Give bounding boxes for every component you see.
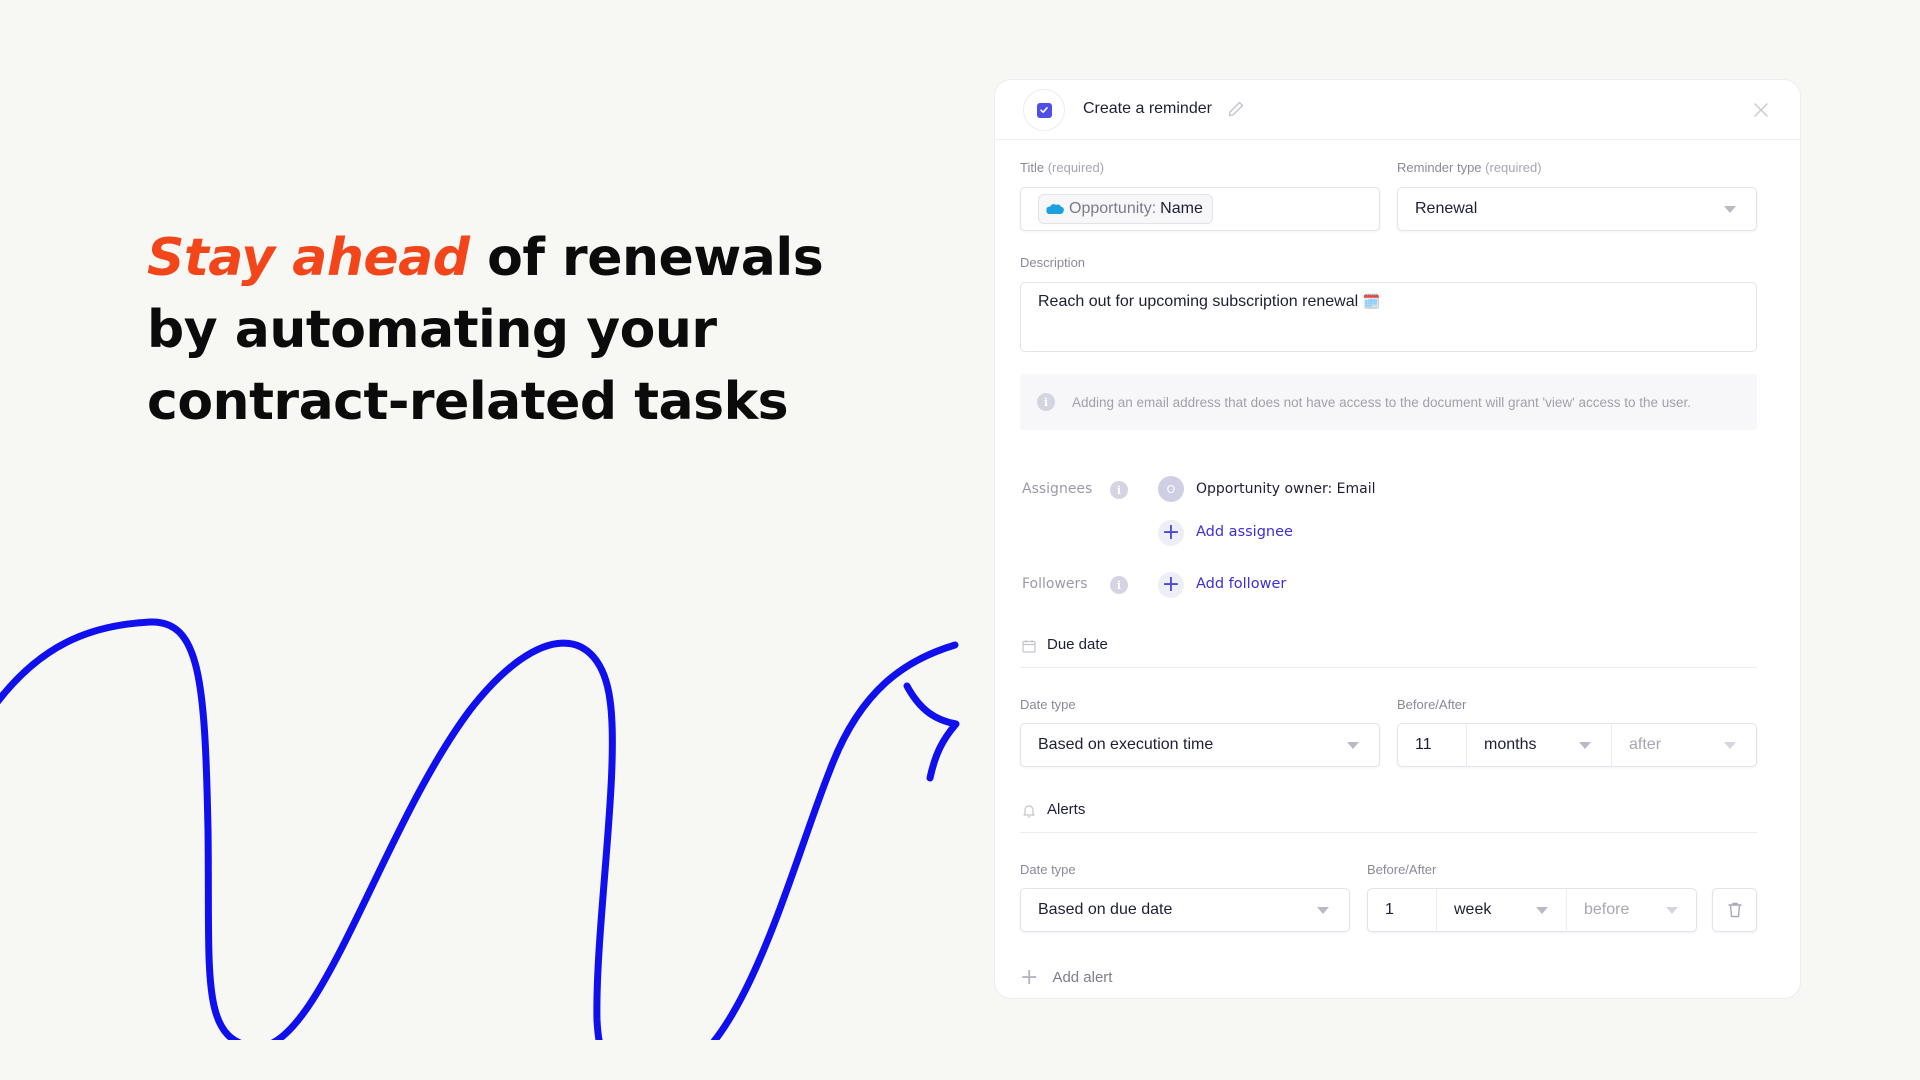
chip-prefix: Opportunity: (1069, 200, 1157, 217)
card-header: Create a reminder (995, 80, 1800, 140)
due-direction-select[interactable]: after (1611, 724, 1756, 766)
add-assignee-button[interactable]: Add assignee (1196, 524, 1293, 540)
reminder-type-value: Renewal (1415, 200, 1478, 217)
alerts-title: Alerts (1047, 801, 1086, 818)
calendar-icon (1022, 640, 1036, 653)
reminder-type-label-text: Reminder type (1397, 160, 1482, 175)
arrowhead-path (903, 682, 960, 782)
alert-date-type-label: Date type (1020, 862, 1076, 877)
close-icon[interactable] (1750, 99, 1772, 121)
alert-date-type-value: Based on due date (1038, 901, 1173, 918)
trash-icon (1727, 902, 1742, 918)
title-label: Title (required) (1020, 160, 1104, 175)
chevron-down-icon (1724, 206, 1736, 213)
bell-icon (1023, 805, 1035, 818)
due-direction-value: after (1629, 736, 1662, 753)
add-alert-label: Add alert (1052, 969, 1113, 986)
chevron-down-icon (1724, 742, 1736, 749)
card-title[interactable]: Create a reminder (1083, 100, 1212, 118)
avatar: O (1158, 476, 1184, 502)
alert-date-type-select[interactable]: Based on due date (1020, 888, 1350, 932)
alert-unit-select[interactable]: week (1436, 889, 1566, 931)
add-assignee-plus-icon[interactable]: + (1158, 520, 1184, 546)
alert-amount-value: 1 (1385, 901, 1394, 918)
due-unit-value: months (1484, 736, 1537, 753)
due-amount-input[interactable]: 11 (1398, 724, 1466, 766)
alert-offset-group: 1 week before (1367, 888, 1697, 932)
info-note: i Adding an email address that does not … (1020, 374, 1757, 430)
calendar-emoji-icon: 🗓️ (1362, 293, 1381, 309)
due-offset-group: 11 months after (1397, 723, 1757, 767)
add-follower-button[interactable]: Add follower (1196, 576, 1286, 592)
salesforce-cloud-icon (1046, 204, 1064, 215)
description-text: Reach out for upcoming subscription rene… (1038, 293, 1359, 310)
title-required-hint: (required) (1047, 160, 1105, 175)
title-label-text: Title (1020, 160, 1045, 175)
add-alert-button[interactable]: + Add alert (1020, 965, 1112, 990)
headline-accent: Stay ahead (147, 228, 470, 288)
reminder-type-required-hint: (required) (1485, 160, 1542, 175)
alerts-divider (1020, 832, 1757, 833)
reminder-type-badge (1023, 89, 1065, 131)
chevron-down-icon (1317, 907, 1329, 914)
due-date-type-select[interactable]: Based on execution time (1020, 723, 1380, 767)
assignees-info-icon[interactable]: i (1110, 481, 1128, 499)
headline: Stay ahead of renewals by automating you… (147, 222, 867, 438)
followers-info-icon[interactable]: i (1110, 576, 1128, 594)
delete-alert-button[interactable] (1712, 888, 1757, 932)
chevron-down-icon (1536, 907, 1548, 914)
description-label: Description (1020, 255, 1086, 270)
alert-amount-input[interactable]: 1 (1368, 889, 1436, 931)
assignee-name: Opportunity owner: Email (1196, 481, 1376, 497)
assignees-label: Assignees (1022, 481, 1093, 497)
add-follower-plus-icon[interactable]: + (1158, 572, 1184, 598)
title-input[interactable]: Opportunity: Name (1020, 187, 1380, 231)
alert-direction-select[interactable]: before (1566, 889, 1696, 931)
chip-value: Name (1160, 200, 1203, 217)
alert-direction-value: before (1584, 901, 1630, 918)
due-date-title: Due date (1047, 636, 1108, 653)
followers-label: Followers (1022, 576, 1088, 592)
due-date-divider (1020, 667, 1757, 668)
title-token-chip[interactable]: Opportunity: Name (1038, 194, 1213, 224)
alert-unit-value: week (1454, 901, 1492, 918)
chevron-down-icon (1347, 742, 1359, 749)
due-date-type-label: Date type (1020, 697, 1076, 712)
due-amount-value: 11 (1415, 736, 1432, 753)
due-date-type-value: Based on execution time (1038, 736, 1214, 753)
description-textarea[interactable]: Reach out for upcoming subscription rene… (1020, 282, 1757, 352)
due-before-after-label: Before/After (1397, 697, 1467, 712)
squiggle-arrow-icon (0, 618, 960, 1040)
due-unit-select[interactable]: months (1466, 724, 1611, 766)
reminder-type-label: Reminder type (required) (1397, 160, 1542, 175)
reminder-type-select[interactable]: Renewal (1397, 187, 1757, 231)
create-reminder-card: Create a reminder Title (required) Oppor… (995, 80, 1800, 998)
alert-before-after-label: Before/After (1367, 862, 1437, 877)
plus-icon: + (1020, 965, 1039, 990)
pencil-icon[interactable] (1227, 100, 1245, 118)
chevron-down-icon (1579, 742, 1591, 749)
checkbox-checked-icon (1036, 102, 1052, 118)
info-note-text: Adding an email address that does not ha… (1072, 394, 1692, 410)
chevron-down-icon (1666, 907, 1678, 914)
squiggle-path (0, 618, 959, 1040)
info-icon: i (1037, 393, 1055, 411)
